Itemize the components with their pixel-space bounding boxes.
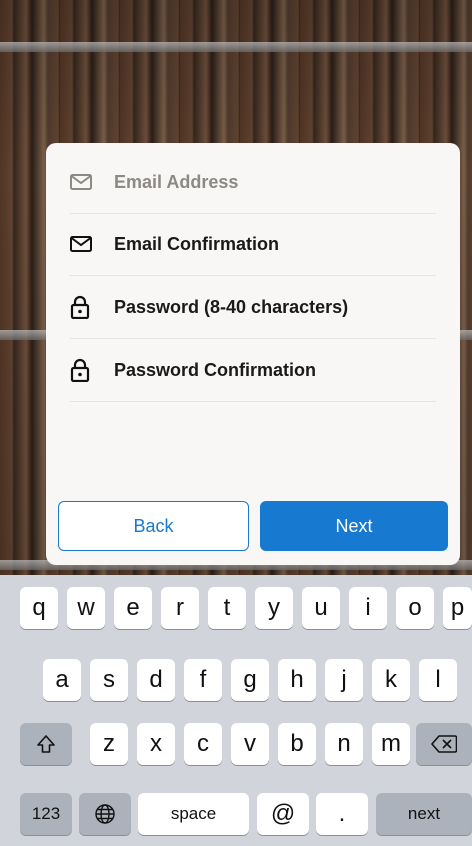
envelope-icon <box>70 229 100 259</box>
backspace-icon <box>431 735 457 753</box>
globe-key[interactable] <box>79 793 131 835</box>
key-n[interactable]: n <box>325 723 363 765</box>
key-x[interactable]: x <box>137 723 175 765</box>
keyboard-next-key[interactable]: next <box>376 793 472 835</box>
key-w[interactable]: w <box>67 587 105 629</box>
space-key[interactable]: space <box>138 793 249 835</box>
at-key[interactable]: @ <box>257 793 309 835</box>
key-t[interactable]: t <box>208 587 246 629</box>
envelope-icon <box>70 167 100 197</box>
signup-card: Email Address Email Confirmation Passwor… <box>46 143 460 565</box>
key-i[interactable]: i <box>349 587 387 629</box>
key-j[interactable]: j <box>325 659 363 701</box>
numbers-key[interactable]: 123 <box>20 793 72 835</box>
password-confirmation-label: Password Confirmation <box>114 359 317 380</box>
key-c[interactable]: c <box>184 723 222 765</box>
key-o[interactable]: o <box>396 587 434 629</box>
key-f[interactable]: f <box>184 659 222 701</box>
key-d[interactable]: d <box>137 659 175 701</box>
email-confirmation-field[interactable]: Email Confirmation <box>70 213 436 276</box>
key-a[interactable]: a <box>43 659 81 701</box>
key-g[interactable]: g <box>231 659 269 701</box>
shift-key[interactable] <box>20 723 72 765</box>
dot-key[interactable]: . <box>316 793 368 835</box>
key-s[interactable]: s <box>90 659 128 701</box>
key-h[interactable]: h <box>278 659 316 701</box>
key-k[interactable]: k <box>372 659 410 701</box>
next-button[interactable]: Next <box>260 501 448 551</box>
key-z[interactable]: z <box>90 723 128 765</box>
key-l[interactable]: l <box>419 659 457 701</box>
key-y[interactable]: y <box>255 587 293 629</box>
password-confirmation-field[interactable]: Password Confirmation <box>70 339 436 402</box>
email-confirmation-label: Email Confirmation <box>114 233 280 254</box>
key-e[interactable]: e <box>114 587 152 629</box>
email-address-label: Email Address <box>114 171 239 192</box>
key-b[interactable]: b <box>278 723 316 765</box>
lock-icon <box>70 292 100 322</box>
back-button[interactable]: Back <box>58 501 249 551</box>
email-address-field[interactable]: Email Address <box>70 151 436 214</box>
password-field[interactable]: Password (8-40 characters) <box>70 276 436 339</box>
key-r[interactable]: r <box>161 587 199 629</box>
key-u[interactable]: u <box>302 587 340 629</box>
password-label: Password (8-40 characters) <box>114 296 349 317</box>
key-m[interactable]: m <box>372 723 410 765</box>
key-p[interactable]: p <box>443 587 472 629</box>
globe-icon <box>95 804 115 824</box>
on-screen-keyboard: q w e r t y u i o p a s d f g h j k l z … <box>0 575 472 846</box>
shift-icon <box>37 735 55 753</box>
shelf-divider <box>0 42 472 52</box>
key-v[interactable]: v <box>231 723 269 765</box>
lock-icon <box>70 355 100 385</box>
key-q[interactable]: q <box>20 587 58 629</box>
backspace-key[interactable] <box>416 723 472 765</box>
